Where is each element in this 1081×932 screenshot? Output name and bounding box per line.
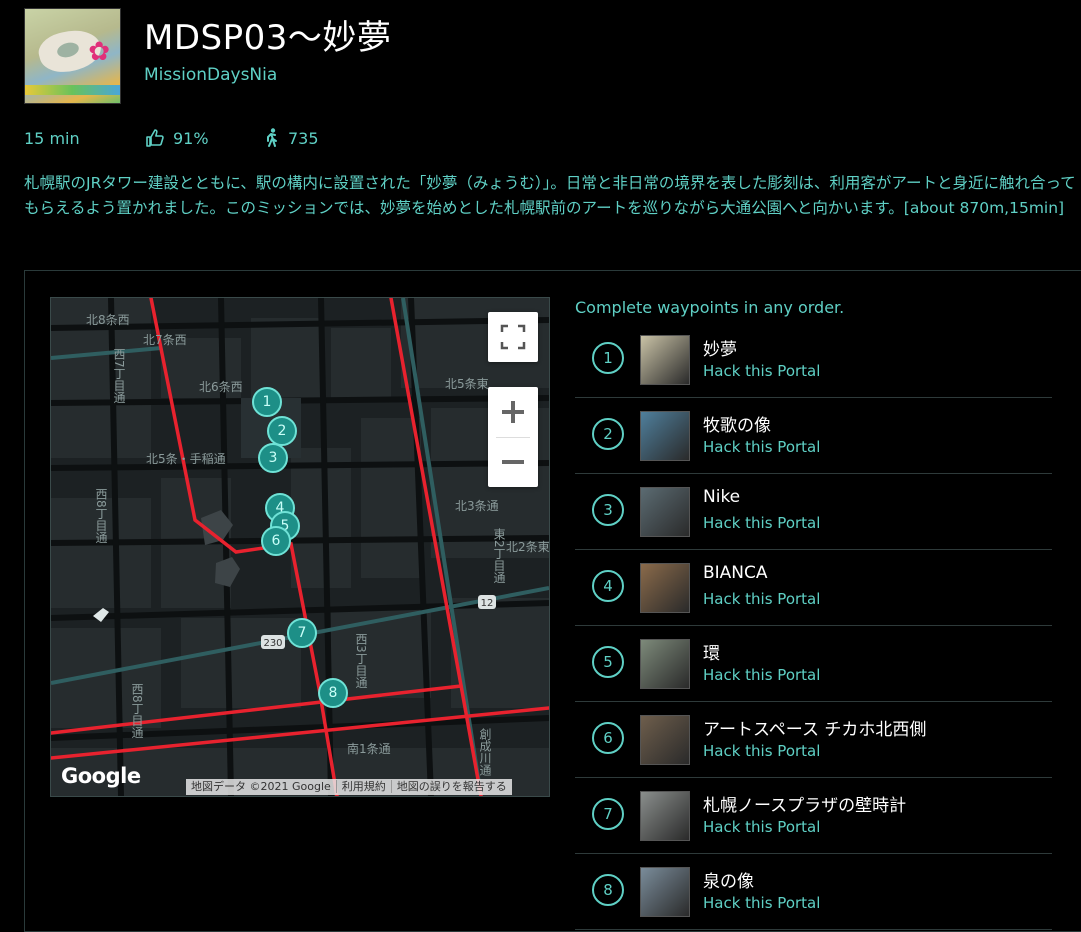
waypoint-number: 3 (592, 494, 624, 526)
mission-description: 札幌駅のJRタワー建設とともに、駅の構内に設置された「妙夢（みょうむ）」。日常と… (24, 174, 1076, 217)
waypoint-name: BIANCA (703, 563, 768, 583)
road-badge-12: 12 (481, 598, 494, 609)
waypoint-number: 8 (592, 874, 624, 906)
plus-icon (502, 401, 524, 423)
stat-passes: 735 (262, 128, 319, 150)
map-attribution: 地図データ ©2021 Google 利用規約 地図の誤りを報告する (186, 779, 512, 795)
street-label: 北8条西 (86, 313, 130, 327)
rainbow-band (25, 85, 120, 95)
waypoint-number: 2 (592, 418, 624, 450)
waypoint-name: 札幌ノースプラザの壁時計 (703, 796, 907, 816)
waypoint-action[interactable]: Hack this Portal (703, 362, 820, 380)
waypoint-name: 妙夢 (703, 340, 737, 360)
mission-title: MDSP03～妙夢 (144, 18, 392, 58)
street-label: 創成川通 (478, 728, 492, 776)
waypoint-item[interactable]: 1 妙夢 Hack this Portal (575, 322, 1052, 398)
minus-icon (502, 460, 524, 464)
waypoint-thumbnail[interactable] (640, 867, 690, 917)
waypoint-thumbnail[interactable] (640, 791, 690, 841)
waypoint-item[interactable]: 5 環 Hack this Portal (575, 626, 1052, 702)
waypoint-number: 6 (592, 722, 624, 754)
stat-time-value: 15 min (24, 129, 80, 148)
waypoint-item[interactable]: 7 札幌ノースプラザの壁時計 Hack this Portal (575, 778, 1052, 854)
map-marker-3[interactable]: 3 (258, 443, 288, 473)
street-label: 北2条東 (506, 540, 550, 554)
waypoint-item[interactable]: 2 牧歌の像 Hack this Portal (575, 398, 1052, 474)
street-label: 北6条西 (199, 380, 243, 394)
waypoint-action[interactable]: Hack this Portal (703, 438, 820, 456)
waypoint-name: 牧歌の像 (703, 416, 771, 436)
waypoint-number: 7 (592, 798, 624, 830)
map-marker-1[interactable]: 1 (252, 387, 282, 417)
terms-link[interactable]: 利用規約 (335, 780, 391, 793)
waypoint-item[interactable]: 4 BIANCA Hack this Portal (575, 550, 1052, 626)
waypoint-number: 4 (592, 570, 624, 602)
street-label: 西3丁目通 (354, 633, 368, 689)
mission-author-link[interactable]: MissionDaysNia (144, 65, 277, 85)
waypoint-list: 1 妙夢 Hack this Portal 2 牧歌の像 Hack this Portal… (575, 322, 1052, 930)
map-marker-6[interactable]: 6 (261, 526, 291, 556)
map-marker-2[interactable]: 2 (267, 416, 297, 446)
waypoint-thumbnail[interactable] (640, 411, 690, 461)
waypoint-thumbnail[interactable] (640, 563, 690, 613)
zoom-control (488, 387, 538, 487)
waypoint-item[interactable]: 3 Nike Hack this Portal (575, 474, 1052, 550)
attribution-text: 地図データ ©2021 Google (191, 780, 331, 793)
street-label: 北3条通 (455, 499, 499, 513)
street-label: 東2丁目通 (492, 528, 506, 584)
zoom-out-button[interactable] (488, 437, 538, 487)
street-label: 北7条西 (143, 333, 187, 347)
fullscreen-icon (500, 324, 526, 350)
waypoint-name: Nike (703, 487, 741, 507)
stat-rating: 91% (145, 128, 209, 150)
waypoint-action[interactable]: Hack this Portal (703, 514, 820, 532)
fullscreen-button[interactable] (488, 312, 538, 362)
street-label: 北5条・手稲通 (146, 452, 226, 466)
waypoint-action[interactable]: Hack this Portal (703, 742, 820, 760)
waypoint-action[interactable]: Hack this Portal (703, 818, 820, 836)
stat-passes-value: 735 (288, 129, 319, 148)
road-badge-230: 230 (263, 638, 282, 649)
street-label: 西8丁目通 (130, 683, 144, 739)
stat-time: 15 min (24, 128, 80, 150)
waypoint-number: 5 (592, 646, 624, 678)
waypoint-item[interactable]: 6 アートスペース チカホ北西側 Hack this Portal (575, 702, 1052, 778)
waypoint-name: アートスペース チカホ北西側 (703, 720, 927, 740)
street-label: 北5条東 (445, 377, 489, 391)
waypoint-action[interactable]: Hack this Portal (703, 894, 820, 912)
waypoint-thumbnail[interactable] (640, 715, 690, 765)
waypoint-name: 環 (703, 644, 720, 664)
stat-rating-value: 91% (173, 129, 209, 148)
waypoint-action[interactable]: Hack this Portal (703, 666, 820, 684)
map-marker-7[interactable]: 7 (287, 618, 317, 648)
mission-image: ✿ (24, 8, 121, 104)
flower-icon: ✿ (88, 37, 110, 67)
waypoint-thumbnail[interactable] (640, 639, 690, 689)
thumbs-up-icon (146, 129, 164, 147)
street-label: 西8丁目通 (94, 488, 108, 544)
waypoint-number: 1 (592, 342, 624, 374)
waypoint-thumbnail[interactable] (640, 487, 690, 537)
map[interactable]: 230 12 北8条西 北7条西 北6条西 北5条東 北5条・手稲通 北3条通 … (50, 297, 550, 797)
map-marker-8[interactable]: 8 (318, 678, 348, 708)
waypoints-header: Complete waypoints in any order. (575, 298, 845, 317)
google-logo: Google (61, 764, 141, 788)
waypoint-name: 泉の像 (703, 872, 754, 892)
zoom-in-button[interactable] (488, 387, 538, 437)
walking-person-icon (267, 128, 277, 147)
report-error-link[interactable]: 地図の誤りを報告する (390, 780, 512, 793)
street-label: 南1条通 (347, 742, 391, 756)
waypoint-action[interactable]: Hack this Portal (703, 590, 820, 608)
waypoint-thumbnail[interactable] (640, 335, 690, 385)
street-label: 西7丁目通 (112, 348, 126, 404)
